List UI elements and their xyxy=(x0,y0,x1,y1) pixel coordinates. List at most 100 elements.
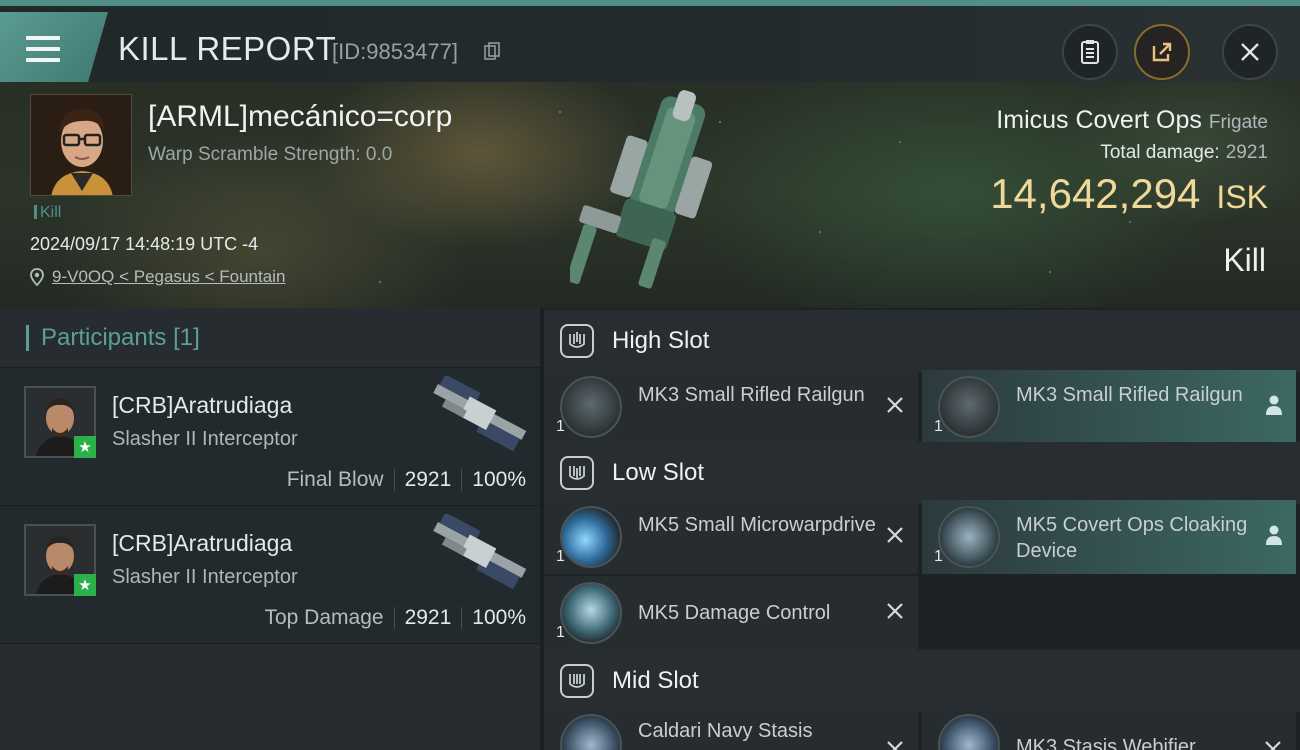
close-button[interactable] xyxy=(1222,24,1278,80)
share-button[interactable] xyxy=(1134,24,1190,80)
stasis-webifier-icon xyxy=(560,714,622,750)
destroyed-x-icon xyxy=(887,397,903,413)
close-icon xyxy=(1241,43,1259,61)
damage-control-icon xyxy=(560,582,622,644)
participant-name[interactable]: [CRB]Aratrudiaga xyxy=(112,530,292,557)
victim-name[interactable]: [ARML]mecánico=corp xyxy=(148,100,452,134)
stat-divider xyxy=(393,607,395,629)
participant-damage: 2921 xyxy=(404,606,452,629)
railgun-icon xyxy=(560,376,622,438)
mid-slot-header: Mid Slot xyxy=(544,650,1300,712)
share-icon xyxy=(1152,42,1172,62)
star-icon: ★ xyxy=(74,436,96,458)
participant-ship: Slasher II Interceptor xyxy=(112,566,298,588)
module-item[interactable]: 1 MK5 Damage Control xyxy=(544,576,918,650)
victim-portrait[interactable] xyxy=(30,94,132,196)
mid-slot-label: Mid Slot xyxy=(612,667,699,694)
header-accent-bar xyxy=(26,324,29,351)
module-item[interactable]: 1 MK3 Small Rifled Railgun xyxy=(922,370,1296,444)
warp-scramble-strength: Warp Scramble Strength: 0.0 xyxy=(148,144,393,165)
hamburger-menu-icon xyxy=(26,36,60,62)
module-quantity: 1 xyxy=(556,548,565,565)
copy-icon[interactable] xyxy=(484,42,500,60)
participant-blow-label: Final Blow xyxy=(286,468,384,491)
top-bar: KILL REPORT [ID:9853477] xyxy=(0,0,1300,88)
destroyed-x-icon xyxy=(887,741,903,750)
participant-ship-image[interactable] xyxy=(420,376,532,462)
participants-title: Participants xyxy=(41,323,167,351)
total-damage-label: Total damage: xyxy=(1100,142,1220,163)
ship-class: Frigate xyxy=(1208,112,1268,133)
page-title: KILL REPORT xyxy=(118,30,337,67)
microwarpdrive-icon xyxy=(560,506,622,568)
cloaking-device-icon xyxy=(938,506,1000,568)
participant-stats: Final Blow 2921 100% xyxy=(287,468,526,492)
kill-location-link[interactable]: 9-V0OQ < Pegasus < Fountain xyxy=(30,267,285,287)
dropped-person-icon xyxy=(1266,395,1282,415)
victim-ship-name[interactable]: Imicus Covert Ops Frigate xyxy=(996,106,1268,135)
stat-divider xyxy=(461,607,463,629)
participant-damage: 2921 xyxy=(404,468,452,491)
high-slot-label: High Slot xyxy=(612,327,710,354)
participant-stats: Top Damage 2921 100% xyxy=(264,606,526,630)
isk-value: 14,642,294 ISK xyxy=(990,170,1268,218)
participant-percent: 100% xyxy=(472,468,526,491)
low-slot-label: Low Slot xyxy=(612,459,705,486)
railgun-icon xyxy=(938,376,1000,438)
participant-ship: Slasher II Interceptor xyxy=(112,428,298,450)
dropped-person-icon xyxy=(1266,525,1282,545)
participant-blow-label: Top Damage xyxy=(264,606,384,629)
module-name: MK3 Small Rifled Railgun xyxy=(1016,384,1243,406)
isk-amount: 14,642,294 xyxy=(990,170,1201,217)
module-item[interactable]: MK3 Stasis Webifier xyxy=(922,708,1296,750)
module-item[interactable]: 1 MK5 Small Microwarpdrive xyxy=(544,500,918,574)
participant-percent: 100% xyxy=(472,606,526,629)
participant-ship-image[interactable] xyxy=(420,514,532,600)
mid-slot-icon xyxy=(560,664,594,698)
module-quantity: 1 xyxy=(556,418,565,435)
destroyed-x-icon xyxy=(887,603,903,619)
module-name: MK3 Stasis Webifier xyxy=(1016,736,1196,750)
module-quantity: 1 xyxy=(556,624,565,641)
participant-row[interactable]: ★ [CRB]Aratrudiaga Slasher II Intercepto… xyxy=(0,506,540,644)
total-damage: Total damage: 2921 xyxy=(1100,142,1268,164)
participants-count: [1] xyxy=(173,323,200,351)
module-quantity: 1 xyxy=(934,548,943,565)
stat-divider xyxy=(393,469,395,491)
stat-divider xyxy=(461,469,463,491)
participant-name[interactable]: [CRB]Aratrudiaga xyxy=(112,392,292,419)
module-name: MK3 Small Rifled Railgun xyxy=(638,384,865,406)
low-slot-header: Low Slot xyxy=(544,442,1300,504)
destroyed-x-icon xyxy=(1265,741,1281,750)
ship-name-text: Imicus Covert Ops xyxy=(996,106,1202,134)
low-slot-icon xyxy=(560,456,594,490)
location-text: 9-V0OQ < Pegasus < Fountain xyxy=(52,267,286,286)
module-item[interactable]: Caldari Navy Stasis xyxy=(544,708,918,750)
participant-row[interactable]: ★ [CRB]Aratrudiaga Slasher II Intercepto… xyxy=(0,368,540,506)
destroyed-x-icon xyxy=(887,527,903,543)
victim-banner: [ARML]mecánico=corp Warp Scramble Streng… xyxy=(0,82,1300,308)
module-item[interactable]: 1 MK3 Small Rifled Railgun xyxy=(544,370,918,444)
module-item[interactable]: 1 MK5 Covert Ops Cloaking Device xyxy=(922,500,1296,574)
kill-report-id: [ID:9853477] xyxy=(332,39,458,64)
total-damage-value: 2921 xyxy=(1225,142,1268,163)
clipboard-icon xyxy=(1081,40,1099,64)
participants-panel: Participants [1] ★ [CRB]Aratrudiaga Slas… xyxy=(0,308,540,750)
high-slot-header: High Slot xyxy=(544,310,1300,372)
module-quantity: 1 xyxy=(934,418,943,435)
victim-ship-image[interactable] xyxy=(570,86,740,306)
star-icon: ★ xyxy=(74,574,96,596)
participants-header: Participants [1] xyxy=(0,308,540,368)
high-slot-icon xyxy=(560,324,594,358)
clipboard-button[interactable] xyxy=(1062,24,1118,80)
kill-tag: Kill xyxy=(34,204,61,222)
module-name: MK5 Damage Control xyxy=(638,602,831,624)
location-pin-icon xyxy=(30,268,44,286)
module-name: Caldari Navy Stasis xyxy=(638,720,813,742)
stasis-webifier-icon xyxy=(938,714,1000,750)
module-name: MK5 Small Microwarpdrive xyxy=(638,514,876,536)
menu-button[interactable] xyxy=(0,12,108,88)
module-name: MK5 Covert Ops Cloaking Device xyxy=(1016,514,1248,562)
kill-result: Kill xyxy=(1223,242,1266,278)
fitting-panel: High Slot 1 MK3 Small Rifled Railgun 1 M… xyxy=(544,308,1300,750)
